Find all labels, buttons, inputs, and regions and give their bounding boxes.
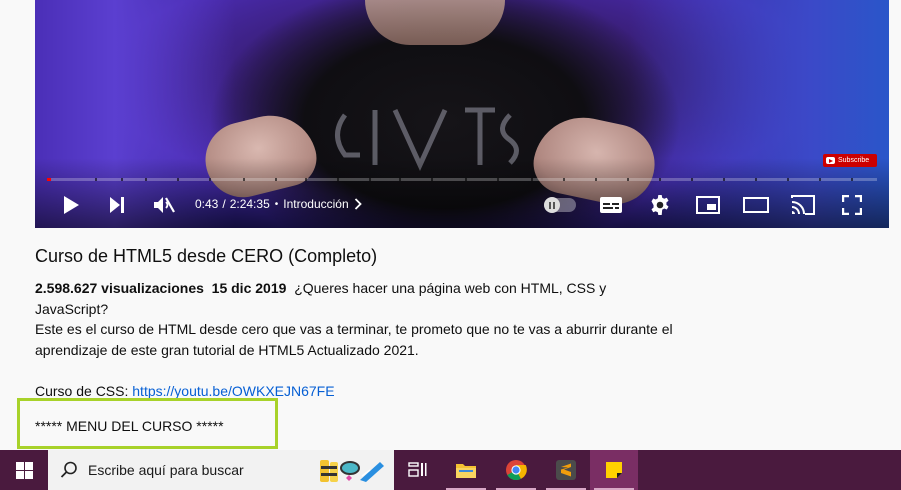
miniplayer-button[interactable] bbox=[694, 192, 722, 218]
chapter-marker bbox=[659, 178, 661, 181]
chapter-marker bbox=[177, 178, 179, 181]
taskbar-file-explorer[interactable] bbox=[442, 450, 490, 490]
time-current: 0:43 bbox=[195, 197, 219, 211]
chapter-marker bbox=[369, 178, 371, 181]
autoplay-pause-icon bbox=[544, 197, 560, 213]
task-view-icon bbox=[408, 462, 427, 477]
youtube-logo-icon bbox=[826, 157, 835, 164]
page: Subscribe 0:43 / 2:24:35 • Introducción … bbox=[0, 0, 901, 490]
chapter-marker bbox=[121, 178, 123, 181]
sticky-notes-icon bbox=[606, 462, 622, 478]
chapter-marker bbox=[755, 178, 757, 181]
time-display: 0:43 / 2:24:35 • Introducción bbox=[195, 197, 362, 211]
fullscreen-icon bbox=[842, 195, 862, 215]
start-button[interactable] bbox=[0, 450, 48, 490]
folder-icon bbox=[456, 464, 476, 478]
mute-button[interactable] bbox=[149, 192, 179, 218]
subscribe-watermark[interactable]: Subscribe bbox=[823, 154, 877, 167]
taskbar-sticky-notes[interactable] bbox=[590, 450, 638, 490]
skip-next-icon bbox=[110, 197, 124, 213]
gear-icon bbox=[651, 195, 669, 215]
taskbar-search-box[interactable]: Escribe aquí para buscar bbox=[48, 450, 394, 490]
course-menu-heading: ***** MENU DEL CURSO ***** bbox=[35, 418, 224, 434]
autoplay-toggle[interactable] bbox=[544, 197, 576, 213]
settings-button[interactable] bbox=[647, 192, 673, 218]
chapter-marker bbox=[337, 178, 339, 181]
next-button[interactable] bbox=[103, 192, 131, 218]
chapter-marker bbox=[627, 178, 629, 181]
chapter-marker bbox=[787, 178, 789, 181]
chapter-marker bbox=[563, 178, 565, 181]
css-course-link[interactable]: https://youtu.be/OWKXEJN67FE bbox=[132, 383, 334, 399]
subtitles-button[interactable] bbox=[598, 192, 624, 218]
sublime-text-icon bbox=[556, 460, 576, 480]
progress-bar[interactable] bbox=[47, 178, 877, 181]
search-highlight-illustration-icon bbox=[320, 460, 384, 482]
taskbar-chrome[interactable] bbox=[492, 450, 540, 490]
video-title: Curso de HTML5 desde CERO (Completo) bbox=[35, 246, 378, 266]
chapter-marker bbox=[497, 178, 499, 181]
time-separator: / bbox=[222, 197, 226, 211]
chapter-title: Introducción bbox=[283, 197, 349, 211]
chapter-marker bbox=[851, 178, 853, 181]
theater-mode-button[interactable] bbox=[742, 192, 770, 218]
chevron-right-icon bbox=[354, 198, 362, 210]
miniplayer-icon bbox=[696, 196, 720, 214]
chapter-marker bbox=[145, 178, 147, 181]
chapter-marker bbox=[399, 178, 401, 181]
play-icon bbox=[64, 196, 79, 214]
video-description: 2.598.627 visualizaciones 15 dic 2019 ¿Q… bbox=[35, 278, 675, 401]
upload-date: 15 dic 2019 bbox=[211, 280, 287, 296]
play-button[interactable] bbox=[57, 192, 85, 218]
progress-played bbox=[47, 178, 51, 181]
windows-logo-icon bbox=[15, 461, 33, 479]
windows-taskbar: Escribe aquí para buscar bbox=[0, 450, 901, 490]
chapter-marker bbox=[305, 178, 307, 181]
time-total: 2:24:35 bbox=[229, 197, 270, 211]
chapter-bullet: • bbox=[274, 198, 279, 210]
chapter-marker bbox=[465, 178, 467, 181]
chapter-marker bbox=[95, 178, 97, 181]
chapter-marker bbox=[243, 178, 245, 181]
search-icon bbox=[60, 461, 77, 478]
chapter-marker bbox=[819, 178, 821, 181]
cast-icon bbox=[791, 195, 815, 215]
view-count: 2.598.627 visualizaciones bbox=[35, 280, 204, 296]
captions-icon bbox=[600, 197, 622, 213]
chapter-button[interactable]: Introducción bbox=[283, 197, 362, 211]
theater-mode-icon bbox=[743, 197, 769, 213]
search-placeholder: Escribe aquí para buscar bbox=[88, 462, 244, 478]
volume-muted-icon bbox=[154, 197, 175, 213]
fullscreen-button[interactable] bbox=[838, 192, 866, 218]
chapter-marker bbox=[531, 178, 533, 181]
chapter-marker bbox=[691, 178, 693, 181]
chapter-marker bbox=[209, 178, 211, 181]
chapter-marker bbox=[595, 178, 597, 181]
description-line-2: Este es el curso de HTML desde cero que … bbox=[35, 321, 673, 358]
task-view-button[interactable] bbox=[394, 450, 442, 490]
chrome-icon bbox=[506, 460, 527, 481]
chapter-marker bbox=[431, 178, 433, 181]
chapter-marker bbox=[723, 178, 725, 181]
css-course-label: Curso de CSS: bbox=[35, 382, 129, 399]
taskbar-sublime-text[interactable] bbox=[542, 450, 590, 490]
chapter-marker bbox=[275, 178, 277, 181]
subscribe-watermark-label: Subscribe bbox=[838, 157, 870, 164]
cast-button[interactable] bbox=[789, 192, 817, 218]
video-player[interactable]: Subscribe 0:43 / 2:24:35 • Introducción bbox=[35, 0, 889, 228]
